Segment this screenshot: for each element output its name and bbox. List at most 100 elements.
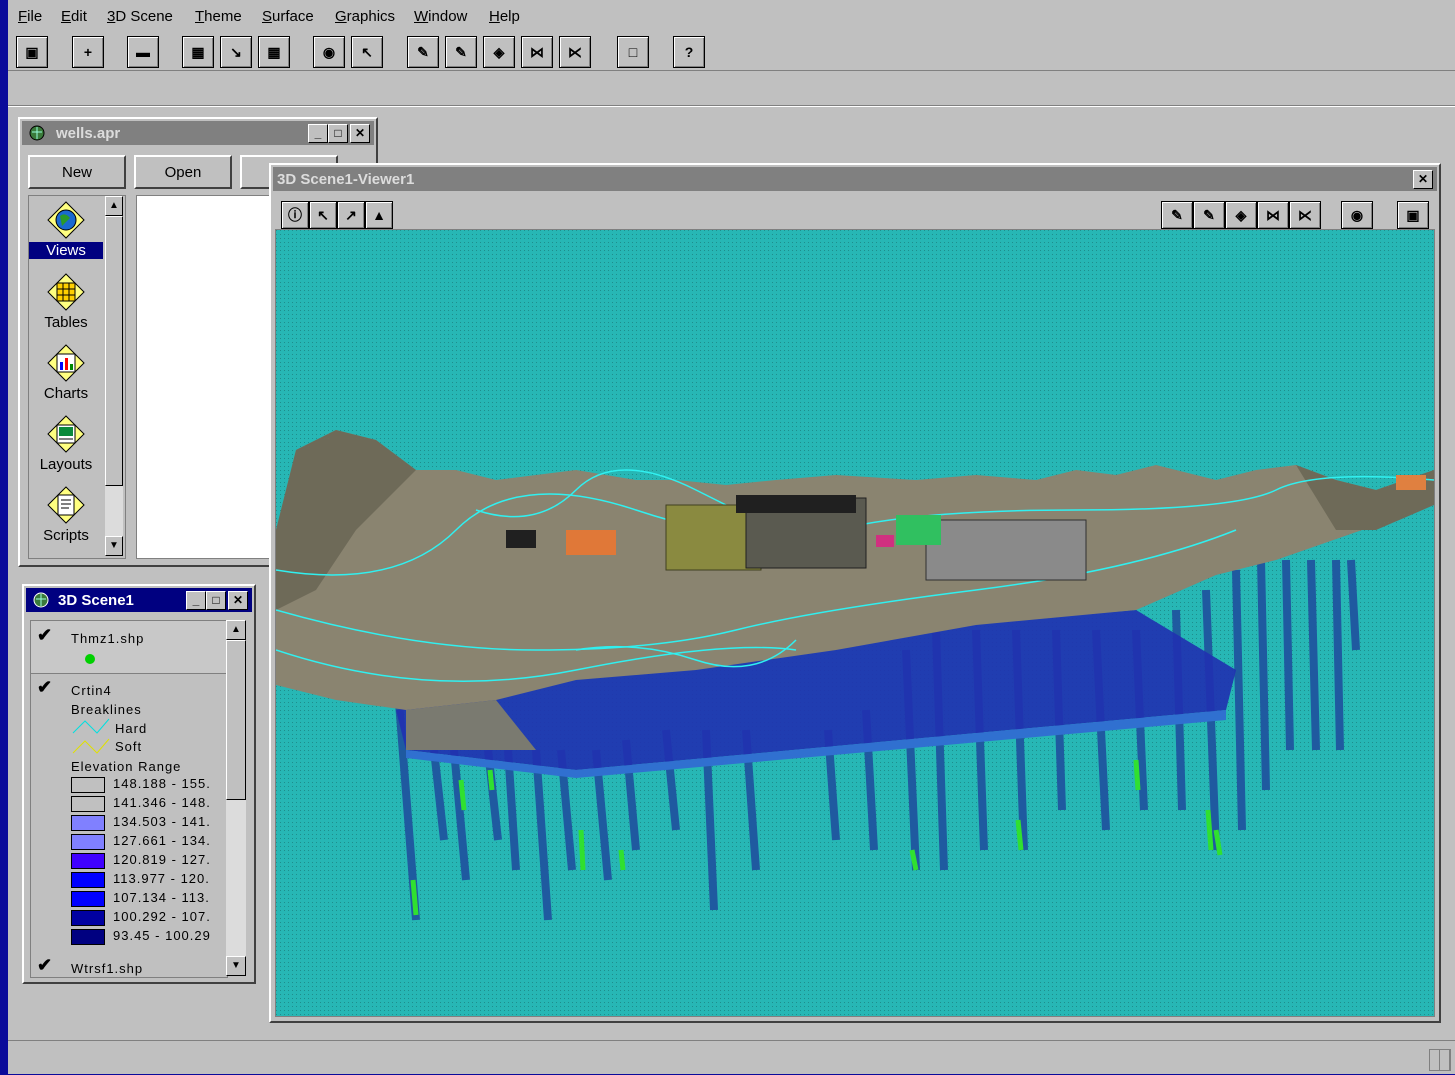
checkbox-icon[interactable]: ✔ bbox=[37, 955, 53, 976]
zoom-out-icon[interactable]: ⋉ bbox=[559, 36, 591, 68]
menu-surface[interactable]: Surface bbox=[262, 8, 314, 25]
zoom-out-icon[interactable]: ⋉ bbox=[1289, 201, 1321, 229]
project-icon bbox=[28, 124, 48, 142]
project-titlebar[interactable]: wells.apr _ □ ✕ bbox=[22, 121, 374, 145]
viewer-titlebar[interactable]: 3D Scene1-Viewer1 ✕ bbox=[273, 167, 1437, 191]
range-swatch bbox=[71, 891, 105, 907]
building bbox=[1396, 475, 1426, 490]
main-toolbar: ▣ + ▬ ▦ ↘ ▦ ◉ ↖ ✎ ✎ ◈ ⋈ ⋉ □ ? bbox=[8, 34, 1455, 71]
toc-scrollbar[interactable]: ▲ ▼ bbox=[226, 620, 246, 976]
scripts-item[interactable]: Scripts bbox=[29, 485, 103, 544]
maximize-icon[interactable]: □ bbox=[328, 124, 348, 143]
nav-icon-3[interactable]: ◈ bbox=[1225, 201, 1257, 229]
save-icon[interactable]: ▣ bbox=[1397, 201, 1429, 229]
menu-window[interactable]: Window bbox=[414, 8, 467, 25]
scroll-thumb[interactable] bbox=[105, 216, 123, 486]
menu-help[interactable]: Help bbox=[489, 8, 520, 25]
menu-bar: File Edit 3D Scene Theme Surface Graphic… bbox=[8, 0, 1455, 34]
scroll-up-icon[interactable]: ▲ bbox=[105, 196, 123, 216]
theme-entry-thmz1[interactable]: ✔ Thmz1.shp bbox=[31, 621, 227, 674]
window-icon[interactable]: ▬ bbox=[127, 36, 159, 68]
info-icon[interactable]: ⓘ bbox=[281, 201, 309, 229]
close-icon[interactable]: ✕ bbox=[1413, 170, 1433, 189]
scripts-icon bbox=[46, 485, 86, 525]
viewer-toolbar-left: ⓘ ↖ ↗ ▲ bbox=[281, 199, 393, 229]
maximize-icon[interactable]: □ bbox=[206, 591, 226, 610]
terrain-rendering bbox=[276, 230, 1434, 1016]
building bbox=[896, 515, 941, 545]
scene-titlebar[interactable]: 3D Scene1 _ □ ✕ bbox=[26, 588, 252, 612]
help-icon[interactable]: ? bbox=[673, 36, 705, 68]
project-title: wells.apr bbox=[56, 124, 121, 142]
select-icon[interactable]: ↖ bbox=[309, 201, 337, 229]
menu-edit[interactable]: Edit bbox=[61, 8, 87, 25]
add-theme-icon[interactable]: + bbox=[72, 36, 104, 68]
range-swatch bbox=[71, 929, 105, 945]
soft-label: Soft bbox=[115, 739, 143, 754]
comment-icon[interactable]: ◉ bbox=[1341, 201, 1373, 229]
range-label: 113.977 - 120. bbox=[113, 871, 210, 886]
minimize-icon[interactable]: _ bbox=[186, 591, 206, 610]
nav-icon-1[interactable]: ✎ bbox=[1161, 201, 1193, 229]
charts-bar-icon bbox=[46, 343, 86, 383]
building bbox=[876, 535, 894, 547]
range-label: 120.819 - 127. bbox=[113, 852, 211, 867]
save-icon[interactable]: ▣ bbox=[16, 36, 48, 68]
new-button[interactable]: New bbox=[28, 155, 126, 189]
edit-legend-icon[interactable]: ↘ bbox=[220, 36, 252, 68]
menu-theme[interactable]: Theme bbox=[195, 8, 242, 25]
scene-icon bbox=[32, 591, 52, 609]
range-swatch bbox=[71, 834, 105, 850]
zoom-in-icon[interactable]: ⋈ bbox=[1257, 201, 1289, 229]
table-of-contents: ✔ Thmz1.shp ✔ Crtin4 Breaklines Hard Sof… bbox=[30, 620, 228, 978]
scroll-down-icon[interactable]: ▼ bbox=[105, 536, 123, 556]
select-graphics-icon[interactable]: ↗ bbox=[337, 201, 365, 229]
layouts-icon bbox=[46, 414, 86, 454]
scene-window: 3D Scene1 _ □ ✕ ✔ Thmz1.shp ✔ Crtin4 Bre… bbox=[22, 584, 256, 984]
charts-item[interactable]: Charts bbox=[29, 343, 103, 402]
menu-graphics[interactable]: Graphics bbox=[335, 8, 395, 25]
range-swatch bbox=[71, 777, 105, 793]
range-label: 141.346 - 148. bbox=[113, 795, 211, 810]
zoom-in-icon[interactable]: ⋈ bbox=[521, 36, 553, 68]
scroll-up-icon[interactable]: ▲ bbox=[226, 620, 246, 640]
resize-grip-icon[interactable] bbox=[1429, 1049, 1451, 1071]
close-icon[interactable]: ✕ bbox=[350, 124, 370, 143]
nav-icon-2[interactable]: ✎ bbox=[1193, 201, 1225, 229]
menu-3d-scene[interactable]: 3D Scene bbox=[107, 8, 173, 25]
hard-label: Hard bbox=[115, 721, 148, 736]
scene-viewer-window: 3D Scene1-Viewer1 ✕ ⓘ ↖ ↗ ▲ ✎ ✎ ◈ ⋈ ⋉ ◉ … bbox=[269, 163, 1441, 1023]
breakline-symbol-icon bbox=[72, 718, 110, 754]
table-icon[interactable]: ▦ bbox=[258, 36, 290, 68]
scene-3d-canvas[interactable] bbox=[275, 229, 1435, 1017]
checkbox-icon[interactable]: ✔ bbox=[37, 677, 53, 698]
tables-item[interactable]: Tables bbox=[29, 272, 103, 331]
blank-icon[interactable]: □ bbox=[617, 36, 649, 68]
range-swatch bbox=[71, 853, 105, 869]
menu-file[interactable]: File bbox=[18, 8, 42, 25]
status-bar bbox=[8, 1040, 1455, 1075]
find-icon[interactable]: ◉ bbox=[313, 36, 345, 68]
range-label: 107.134 - 113. bbox=[113, 890, 210, 905]
properties-icon[interactable]: ▦ bbox=[182, 36, 214, 68]
nav-icon-3[interactable]: ◈ bbox=[483, 36, 515, 68]
application-window: File Edit 3D Scene Theme Surface Graphic… bbox=[8, 0, 1455, 1074]
views-item[interactable]: Views bbox=[29, 200, 103, 259]
range-swatch bbox=[71, 872, 105, 888]
checkbox-icon[interactable]: ✔ bbox=[37, 625, 53, 646]
layouts-item[interactable]: Layouts bbox=[29, 414, 103, 473]
nav-icon-1[interactable]: ✎ bbox=[407, 36, 439, 68]
building bbox=[566, 530, 616, 555]
close-icon[interactable]: ✕ bbox=[228, 591, 248, 610]
open-button[interactable]: Open bbox=[134, 155, 232, 189]
building bbox=[736, 495, 856, 513]
scroll-down-icon[interactable]: ▼ bbox=[226, 956, 246, 976]
scroll-thumb[interactable] bbox=[226, 640, 246, 800]
navigate-icon[interactable]: ▲ bbox=[365, 201, 393, 229]
query-icon[interactable]: ↖ bbox=[351, 36, 383, 68]
nav-icon-2[interactable]: ✎ bbox=[445, 36, 477, 68]
layouts-label: Layouts bbox=[39, 456, 93, 473]
minimize-icon[interactable]: _ bbox=[308, 124, 328, 143]
project-scrollbar[interactable]: ▲ ▼ bbox=[105, 196, 123, 556]
tables-grid-icon bbox=[46, 272, 86, 312]
